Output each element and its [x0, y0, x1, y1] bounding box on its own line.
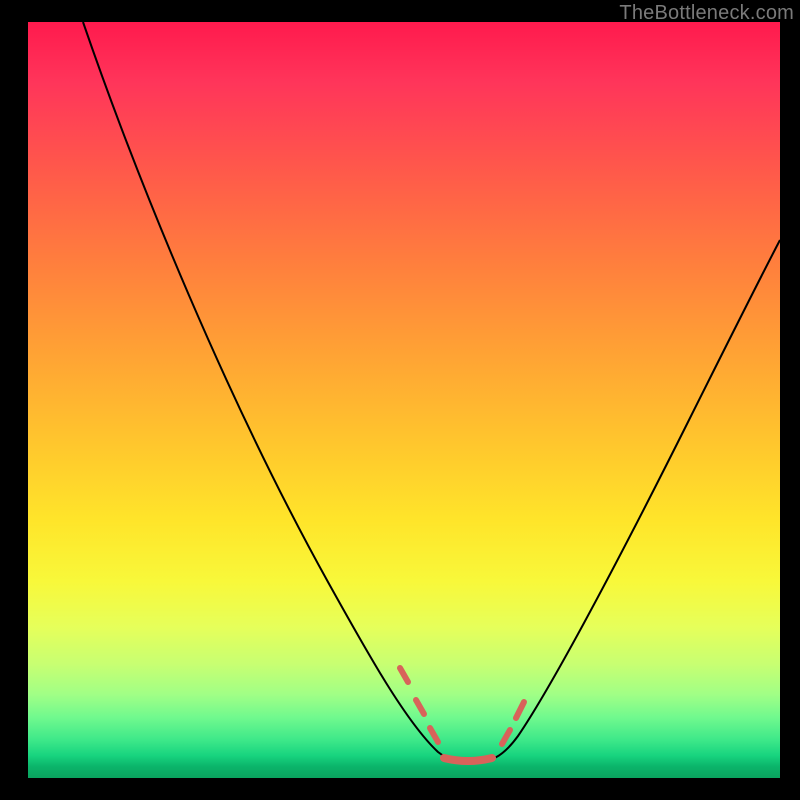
chart-frame: [28, 22, 780, 778]
watermark-text: TheBottleneck.com: [619, 2, 794, 25]
accent-left-dash-1: [400, 668, 408, 682]
bottleneck-curve: [83, 22, 780, 762]
accent-right-dash-1: [502, 730, 510, 744]
accent-valley-floor: [444, 758, 492, 761]
accent-right-dash-2: [516, 702, 524, 718]
accent-left-dash-2: [416, 700, 424, 714]
curve-layer: [28, 22, 780, 778]
accent-left-dash-3: [430, 728, 438, 742]
